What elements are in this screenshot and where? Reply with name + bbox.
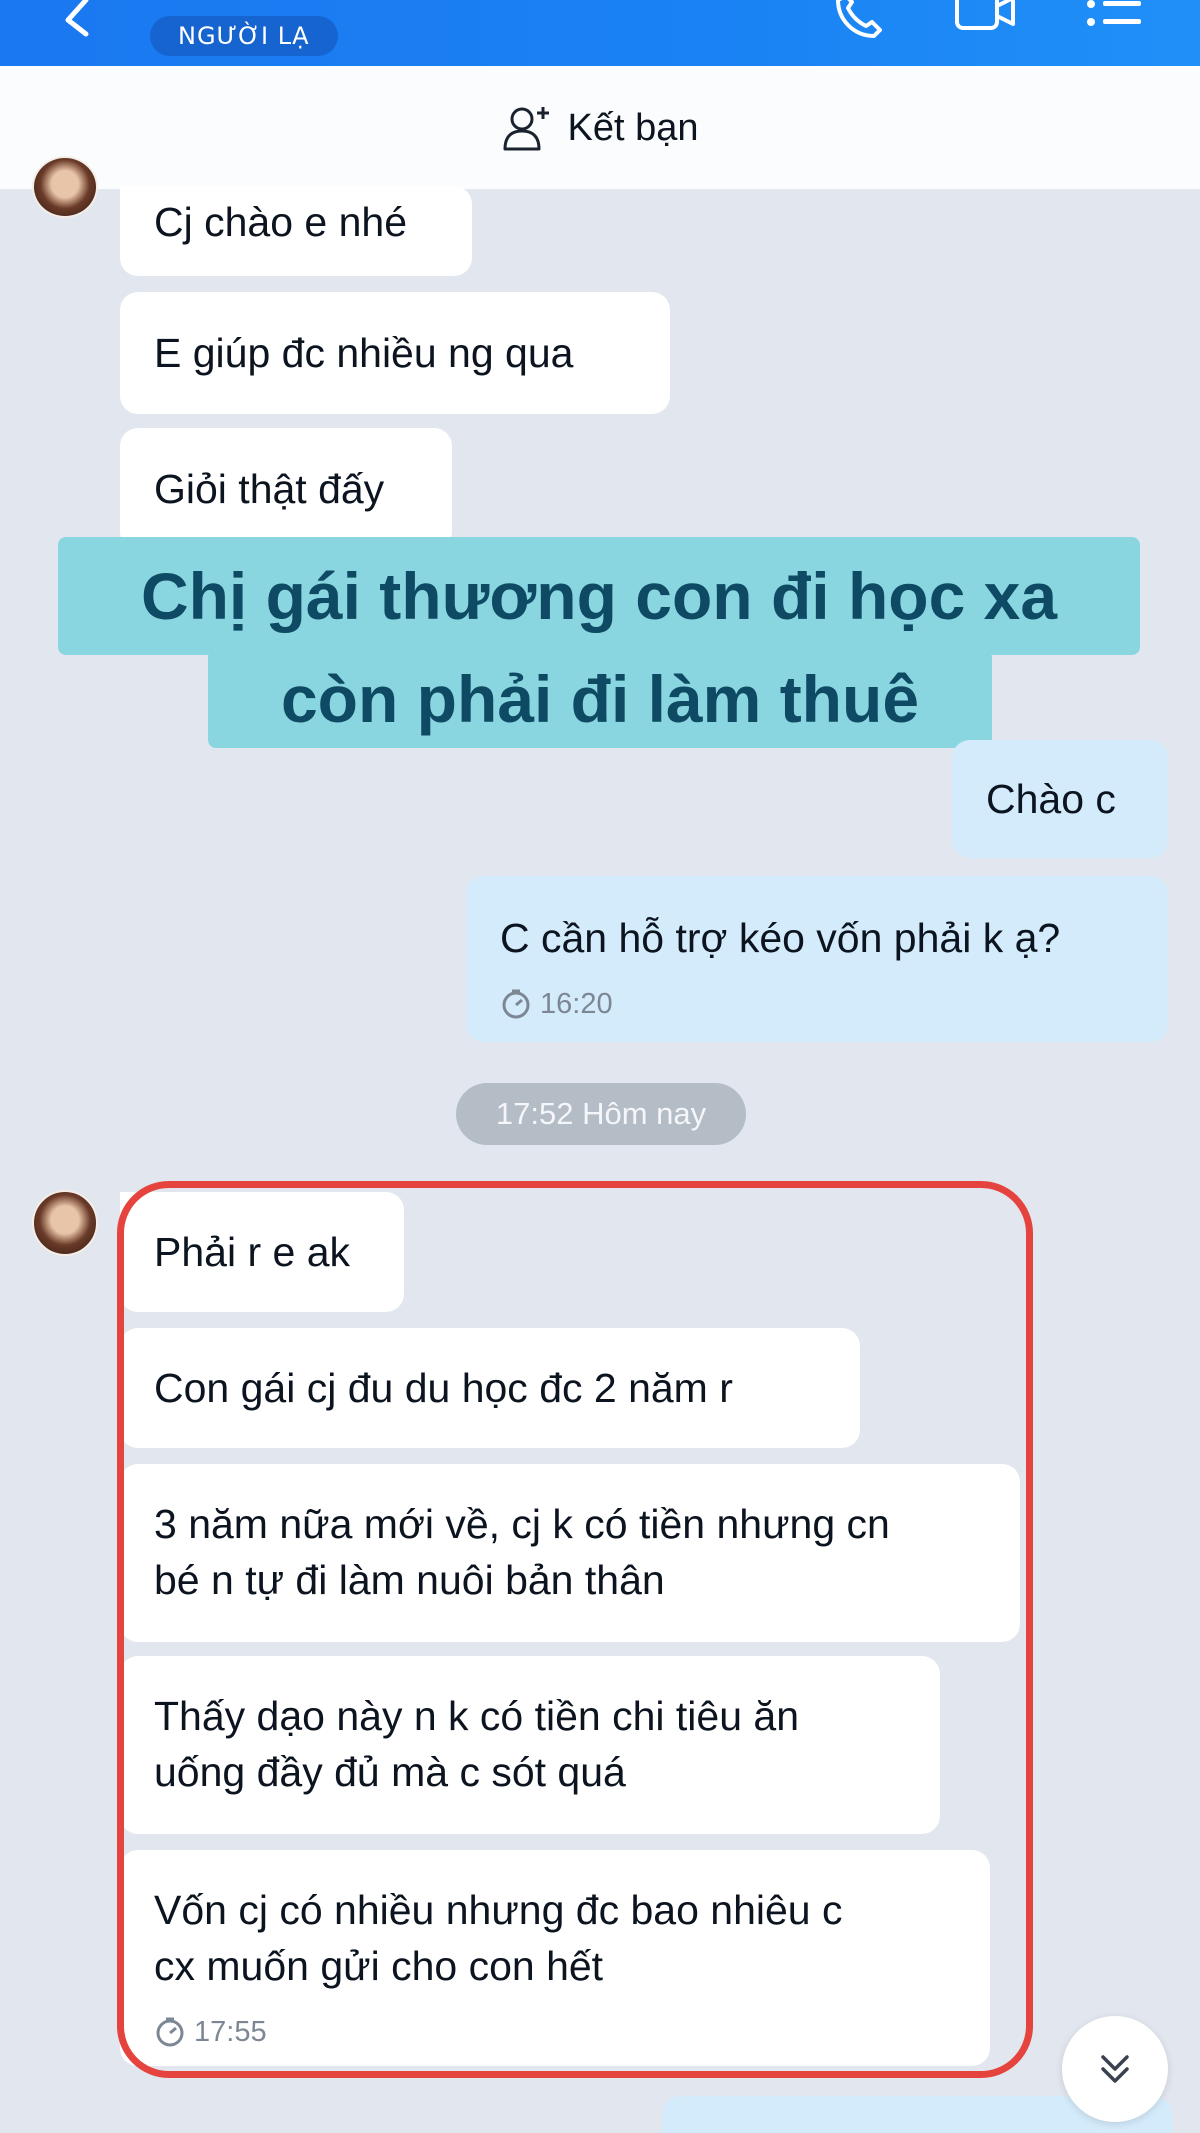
stranger-badge: NGƯỜI LẠ <box>150 16 338 56</box>
add-friend-label: Kết bạn <box>567 106 699 149</box>
message-bubble-incoming[interactable]: E giúp đc nhiều ng qua <box>120 292 670 414</box>
call-button[interactable] <box>830 0 892 40</box>
message-bubble-outgoing[interactable]: C cần hỗ trợ kéo vốn phải k ạ? 16:20 <box>466 876 1168 1042</box>
add-friend-button[interactable]: Kết bạn <box>0 66 1200 190</box>
back-button[interactable] <box>58 0 98 40</box>
caption-line-2: còn phải đi làm thuê <box>208 650 992 748</box>
add-friend-bar: Kết bạn <box>0 66 1200 190</box>
contact-avatar[interactable] <box>32 1190 98 1256</box>
chat-header: NGƯỜI LẠ <box>0 0 1200 66</box>
caption-line-1: Chị gái thương con đi học xa <box>58 537 1140 655</box>
highlight-frame <box>117 1181 1033 2078</box>
message-time: 16:20 <box>500 976 1134 1032</box>
video-camera-icon <box>955 0 1015 30</box>
add-user-icon <box>503 107 549 151</box>
menu-button[interactable] <box>1085 0 1147 40</box>
message-bubble-outgoing[interactable]: Chào c <box>952 740 1168 858</box>
video-call-button[interactable] <box>955 0 1017 40</box>
contact-avatar[interactable] <box>32 156 98 218</box>
date-separator: 17:52 Hôm nay <box>456 1083 746 1145</box>
double-chevron-down-icon <box>1101 2055 1129 2083</box>
clock-icon <box>502 989 530 1019</box>
message-bubble-incoming[interactable]: Giỏi thật đấy <box>120 428 452 550</box>
chevron-left-icon <box>65 0 89 37</box>
list-menu-icon <box>1087 0 1141 26</box>
message-bubble-incoming[interactable]: Cj chào e nhé <box>120 186 472 276</box>
phone-icon <box>836 0 882 38</box>
scroll-to-bottom-button[interactable] <box>1062 2016 1168 2122</box>
message-text: C cần hỗ trợ kéo vốn phải k ạ? <box>500 915 1061 961</box>
